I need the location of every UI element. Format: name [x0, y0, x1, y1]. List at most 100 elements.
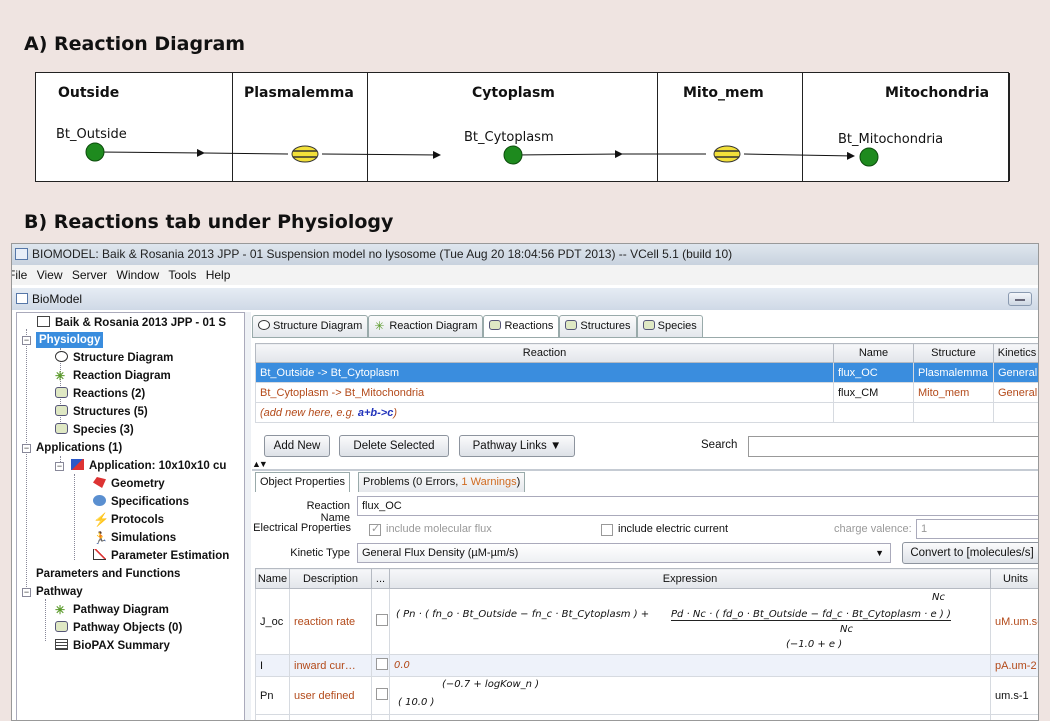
- convert-units-button[interactable]: Convert to [molecules/s]: [902, 542, 1038, 564]
- menu-tools[interactable]: Tools: [168, 268, 196, 282]
- menu-file[interactable]: File: [12, 268, 27, 282]
- param-name-cell[interactable]: Pn: [255, 676, 290, 715]
- empty-cell[interactable]: [833, 402, 914, 423]
- tree-pathway[interactable]: Pathway: [36, 584, 83, 600]
- tree-application[interactable]: Application: 10x10x10 cu: [71, 458, 226, 474]
- tree-pathway-diagram[interactable]: ✳ Pathway Diagram: [55, 602, 169, 618]
- param-units-cell[interactable]: uM.um.s-1: [990, 588, 1038, 655]
- column-header-reaction[interactable]: Reaction: [255, 343, 834, 363]
- menu-help[interactable]: Help: [206, 268, 231, 282]
- tree-specifications[interactable]: Specifications: [93, 494, 189, 510]
- tree-physiology[interactable]: Physiology: [36, 332, 104, 348]
- table-row[interactable]: I inward cur… 0.0 pA.um-2: [255, 654, 1038, 677]
- column-header-expression[interactable]: Expression: [389, 568, 991, 589]
- minimize-button[interactable]: [1008, 292, 1032, 306]
- tree-simulations[interactable]: 🏃 Simulations: [93, 530, 176, 546]
- structure-cell[interactable]: Plasmalemma: [913, 362, 994, 383]
- reaction-name-field[interactable]: flux_OC: [357, 496, 1038, 516]
- table-row[interactable]: Bt_Cytoplasm -> Bt_Mitochondria flux_CM …: [255, 382, 1038, 403]
- collapse-icon[interactable]: −: [22, 588, 31, 597]
- tab-object-properties[interactable]: Object Properties: [255, 472, 350, 492]
- table-row[interactable]: Pn user defined (−0.7 + logKow_n ) ( 10.…: [255, 676, 1038, 715]
- table-row[interactable]: J_oc reaction rate Nc ( Pn · ( fn_o · Bt…: [255, 588, 1038, 655]
- param-description-cell[interactable]: reaction rate: [289, 588, 372, 655]
- param-checkbox[interactable]: [376, 614, 388, 626]
- tree-parameter-estimation[interactable]: Parameter Estimation: [93, 548, 229, 564]
- pathway-links-button[interactable]: Pathway Links ▼: [459, 435, 575, 457]
- kinetic-type-select[interactable]: General Flux Density (µM-µm/s) ▼: [357, 543, 891, 563]
- tree-structure-diagram[interactable]: Structure Diagram: [55, 350, 173, 366]
- reaction-cell[interactable]: Bt_Outside -> Bt_Cytoplasm: [255, 362, 834, 383]
- kinetics-cell[interactable]: General: [993, 362, 1038, 383]
- param-expression-cell[interactable]: (−0.7 + logKow_n ) ( 10.0 ): [389, 676, 991, 715]
- param-units-cell[interactable]: um.s-1: [990, 676, 1038, 715]
- param-checkbox[interactable]: [376, 658, 388, 670]
- collapse-icon[interactable]: −: [22, 444, 31, 453]
- column-header-more[interactable]: ...: [371, 568, 390, 589]
- reaction-cell[interactable]: Bt_Cytoplasm -> Bt_Mitochondria: [255, 382, 834, 403]
- tree-reaction-diagram[interactable]: ✳ Reaction Diagram: [55, 368, 171, 384]
- include-electric-current-checkbox[interactable]: [601, 524, 613, 536]
- menu-view[interactable]: View: [37, 268, 63, 282]
- tab-reactions[interactable]: Reactions: [483, 315, 560, 338]
- param-checkbox-cell[interactable]: [371, 676, 390, 715]
- tab-structure-diagram[interactable]: Structure Diagram: [252, 315, 369, 337]
- tab-problems[interactable]: Problems (0 Errors, 1 Warnings): [358, 472, 526, 492]
- tree-protocols[interactable]: ⚡ Protocols: [93, 512, 164, 528]
- column-header-description[interactable]: Description: [289, 568, 372, 589]
- menu-window[interactable]: Window: [117, 268, 160, 282]
- collapse-icon[interactable]: −: [22, 336, 31, 345]
- species-node-bt-mitochondria[interactable]: [859, 147, 879, 167]
- empty-cell[interactable]: [913, 402, 994, 423]
- add-reaction-row[interactable]: (add new here, e.g. a+b->c): [255, 402, 1038, 423]
- tree-reactions[interactable]: Reactions (2): [55, 386, 145, 402]
- tree-biopax-summary[interactable]: BioPAX Summary: [55, 638, 170, 654]
- tree-applications[interactable]: Applications (1): [36, 440, 122, 456]
- tree-structures[interactable]: Structures (5): [55, 404, 148, 420]
- species-node-bt-cytoplasm[interactable]: [503, 145, 523, 165]
- param-name-cell[interactable]: I: [255, 654, 290, 677]
- empty-cell[interactable]: [993, 402, 1038, 423]
- include-molecular-flux-checkbox[interactable]: [369, 522, 381, 536]
- delete-selected-button[interactable]: Delete Selected: [339, 435, 449, 457]
- menu-server[interactable]: Server: [72, 268, 107, 282]
- reaction-node-flux-oc[interactable]: [291, 145, 319, 163]
- param-expression-cell[interactable]: 0.0: [389, 654, 991, 677]
- column-header-structure[interactable]: Structure: [913, 343, 994, 363]
- param-description-cell[interactable]: inward cur…: [289, 654, 372, 677]
- tree-geometry[interactable]: Geometry: [93, 476, 165, 492]
- add-new-button[interactable]: Add New: [264, 435, 330, 457]
- param-expression-cell[interactable]: Nc ( Pn · ( fn_o · Bt_Outside − fn_c · B…: [389, 588, 991, 655]
- structure-cell[interactable]: Mito_mem: [913, 382, 994, 403]
- table-row[interactable]: [255, 714, 1038, 720]
- param-description-cell[interactable]: user defined: [289, 676, 372, 715]
- param-checkbox-cell[interactable]: [371, 588, 390, 655]
- tree-species[interactable]: Species (3): [55, 422, 134, 438]
- splitter[interactable]: [245, 312, 251, 720]
- param-name-cell[interactable]: J_oc: [255, 588, 290, 655]
- column-header-name[interactable]: Name: [255, 568, 290, 589]
- table-row[interactable]: Bt_Outside -> Bt_Cytoplasm flux_OC Plasm…: [255, 362, 1038, 383]
- column-header-kinetics[interactable]: Kinetics: [993, 343, 1038, 363]
- tree-root[interactable]: Baik & Rosania 2013 JPP - 01 S: [37, 315, 226, 331]
- divider-arrows-icon[interactable]: ▲▼: [252, 459, 268, 469]
- species-node-bt-outside[interactable]: [85, 142, 105, 162]
- name-cell[interactable]: flux_CM: [833, 382, 914, 403]
- reaction-node-flux-cm[interactable]: [713, 145, 741, 163]
- search-input[interactable]: [748, 436, 1038, 457]
- tree-pathway-objects[interactable]: Pathway Objects (0): [55, 620, 182, 636]
- param-checkbox[interactable]: [376, 688, 388, 700]
- name-cell[interactable]: flux_OC: [833, 362, 914, 383]
- tab-reaction-diagram[interactable]: ✳ Reaction Diagram: [368, 315, 484, 337]
- kinetics-cell[interactable]: General: [993, 382, 1038, 403]
- add-new-hint[interactable]: (add new here, e.g. a+b->c): [255, 402, 834, 423]
- collapse-icon[interactable]: −: [55, 462, 64, 471]
- column-header-name[interactable]: Name: [833, 343, 914, 363]
- tab-structures[interactable]: Structures: [559, 315, 637, 337]
- param-units-cell[interactable]: pA.um-2: [990, 654, 1038, 677]
- param-checkbox-cell[interactable]: [371, 654, 390, 677]
- column-header-units[interactable]: Units: [990, 568, 1038, 589]
- tab-species[interactable]: Species: [636, 315, 703, 337]
- charge-valence-field[interactable]: 1: [916, 519, 1038, 539]
- tree-parameters-functions[interactable]: Parameters and Functions: [36, 566, 180, 582]
